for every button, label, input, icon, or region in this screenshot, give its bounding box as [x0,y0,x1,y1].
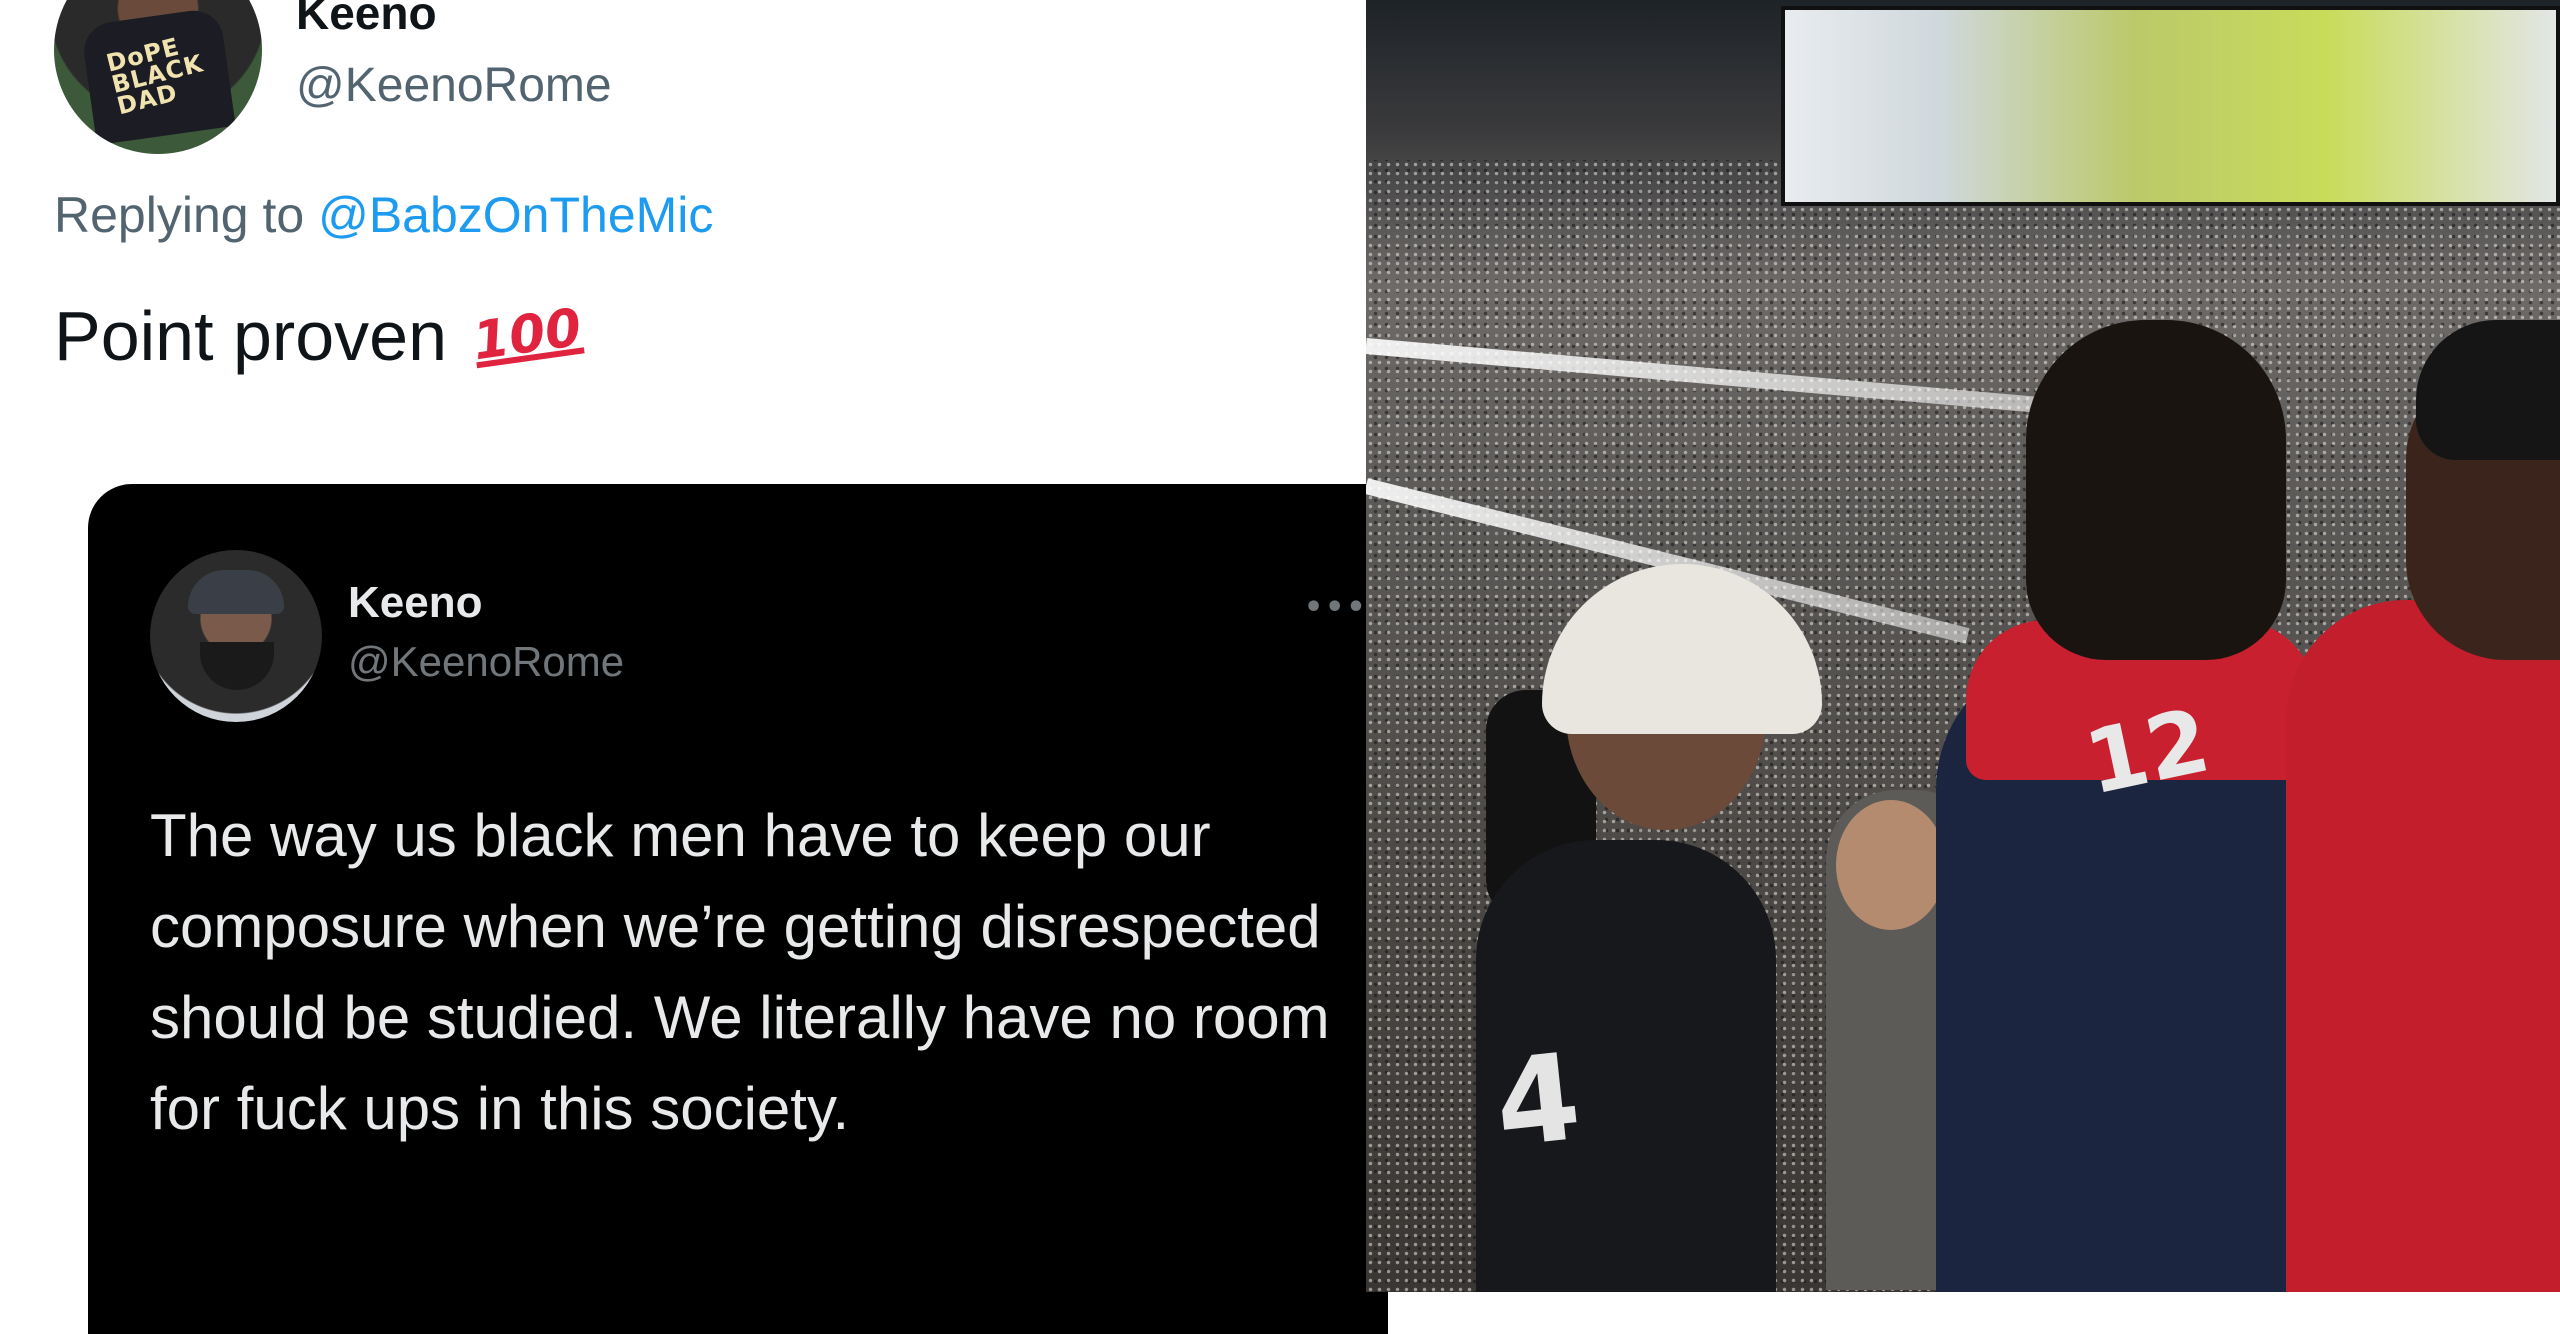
quoted-author-name[interactable]: Keeno [348,578,482,628]
author-avatar[interactable]: DoPE BLACK DAD [54,0,262,154]
replying-to-line: Replying to @BabzOnTheMic [54,186,713,244]
avatar-beard [200,642,274,690]
author-name[interactable]: Keeno [296,0,437,40]
fan-head-dreadlocks [2026,320,2286,660]
avatar-cap [188,570,284,614]
quoted-author-handle[interactable]: @KeenoRome [348,638,624,686]
background-spectator-head [1836,800,1946,930]
quoted-author-avatar[interactable] [150,550,322,722]
author-handle[interactable]: @KeenoRome [296,58,612,113]
jersey-number-left: 4 [1488,1028,1587,1175]
replying-to-mention[interactable]: @BabzOnTheMic [318,187,713,243]
hundred-points-emoji: 100 [469,297,586,373]
quoted-tweet-text: The way us black men have to keep our co… [150,802,1330,1142]
stadium-photo[interactable]: 4 12 [1366,0,2560,1292]
replying-prefix: Replying to [54,187,305,243]
tweet: DoPE BLACK DAD Keeno @KeenoRome Replying… [0,0,1388,1334]
quoted-tweet-card[interactable]: Keeno @KeenoRome ••• The way us black me… [88,484,1388,1334]
red-jacket [2286,600,2560,1292]
more-options-icon[interactable]: ••• [1304,590,1368,625]
tweet-text-content: Point proven [54,297,448,375]
video-board-frame [1781,6,2560,206]
tweet-text: Point proven 100 [54,296,586,376]
